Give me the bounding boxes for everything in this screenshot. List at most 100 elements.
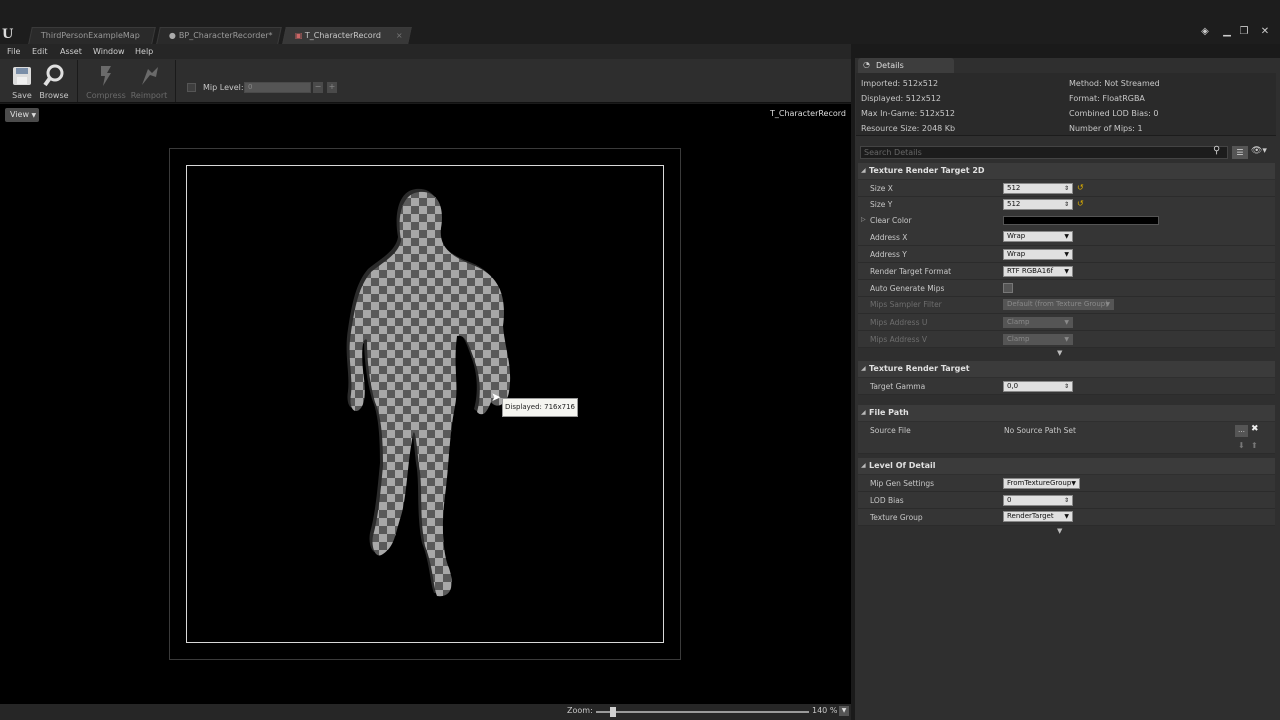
chevron-down-icon: ▼ (1064, 233, 1069, 240)
info-imported: Imported: 512x512 (861, 79, 939, 88)
size-x-field[interactable]: 512 ⇕ (1003, 183, 1073, 194)
spin-icon: ⇕ (1063, 201, 1069, 208)
chevron-down-icon: ▼ (1064, 319, 1069, 326)
size-y-value: 512 (1007, 200, 1021, 208)
source-control-icon[interactable]: ◈ (1197, 26, 1213, 38)
address-x-label: Address X (870, 233, 908, 242)
advanced-expand-icon[interactable]: ▼ (1057, 527, 1062, 535)
mip-decrement-button[interactable]: − (313, 82, 323, 93)
tab-label: BP_CharacterRecorder* (178, 31, 273, 40)
address-y-value: Wrap (1007, 250, 1026, 258)
category-level-of-detail[interactable]: ◢ Level Of Detail (858, 458, 1275, 474)
menu-bar (0, 44, 851, 59)
mip-level-input[interactable]: 0 (244, 82, 311, 93)
zoom-slider-track[interactable] (596, 711, 809, 713)
browse-button[interactable]: Browse (32, 61, 76, 101)
clear-path-icon[interactable]: ✖ (1251, 424, 1259, 434)
search-icon: ⚲ (1213, 145, 1221, 156)
chevron-down-icon: ▼ (1064, 251, 1069, 258)
spin-icon: ⇕ (1063, 497, 1069, 504)
tab-third-person-map[interactable]: ThirdPersonExampleMap (28, 27, 156, 44)
mip-gen-settings-dropdown[interactable]: FromTextureGroup ▼ (1003, 478, 1080, 489)
clear-color-swatch[interactable] (1003, 216, 1159, 225)
mips-address-v-dropdown[interactable]: Clamp ▼ (1003, 334, 1073, 345)
reimport-button[interactable]: Reimport (127, 61, 171, 101)
mouse-cursor-icon: ➤ (491, 390, 502, 404)
category-file-path[interactable]: ◢ File Path (858, 405, 1275, 421)
source-file-label: Source File (870, 426, 911, 435)
reset-to-default-icon[interactable]: ↺ (1077, 199, 1084, 208)
reimport-icon (142, 67, 158, 85)
menu-asset[interactable]: Asset (60, 44, 82, 59)
collapse-triangle-icon: ◢ (861, 462, 866, 469)
search-details-input[interactable]: Search Details (860, 146, 1228, 159)
zoom-label: Zoom: (567, 706, 593, 715)
info-combined-lod: Combined LOD Bias: 0 (1069, 109, 1159, 118)
address-x-dropdown[interactable]: Wrap ▼ (1003, 231, 1073, 242)
texture-preview (186, 165, 664, 643)
source-file-value: No Source Path Set (1004, 426, 1076, 435)
auto-generate-mips-checkbox[interactable] (1003, 283, 1013, 293)
chevron-down-icon: ▼ (1064, 513, 1069, 520)
close-window-icon[interactable]: ✕ (1257, 26, 1273, 38)
texture-group-dropdown[interactable]: RenderTarget ▼ (1003, 511, 1073, 522)
category-label: Level Of Detail (869, 461, 936, 470)
move-down-icon[interactable]: ⬇ (1238, 441, 1245, 450)
browse-label: Browse (39, 91, 69, 100)
lod-bias-field[interactable]: 0 ⇕ (1003, 495, 1073, 506)
mip-gen-settings-value: FromTextureGroup (1007, 479, 1072, 487)
size-y-label: Size Y (870, 200, 893, 209)
category-label: File Path (869, 408, 909, 417)
mips-address-v-label: Mips Address V (870, 335, 927, 344)
view-menu-button[interactable]: View ▼ (5, 108, 39, 122)
size-y-field[interactable]: 512 ⇕ (1003, 199, 1073, 210)
address-y-dropdown[interactable]: Wrap ▼ (1003, 249, 1073, 260)
close-tab-icon[interactable]: × (396, 28, 403, 44)
menu-help[interactable]: Help (135, 44, 153, 59)
category-label: Texture Render Target 2D (869, 166, 985, 175)
property-matrix-icon[interactable]: ☰ (1232, 146, 1248, 159)
compress-button[interactable]: Compress (84, 61, 128, 101)
menu-edit[interactable]: Edit (32, 44, 48, 59)
collapse-triangle-icon: ◢ (861, 167, 866, 174)
chevron-down-icon: ▼ (31, 112, 37, 119)
info-max-in-game: Max In-Game: 512x512 (861, 109, 956, 118)
mips-sampler-filter-dropdown[interactable]: Default (from Texture Group) ▼ (1003, 299, 1114, 310)
mips-address-v-value: Clamp (1007, 335, 1030, 343)
render-target-format-dropdown[interactable]: RTF RGBA16f ▼ (1003, 266, 1073, 277)
tab-bp-character-recorder[interactable]: ● BP_CharacterRecorder* (156, 27, 282, 44)
maximize-icon[interactable]: ❐ (1236, 26, 1252, 38)
chevron-down-icon: ▼ (1105, 301, 1110, 308)
browse-file-button[interactable]: … (1235, 425, 1248, 437)
category-texture-render-target[interactable]: ◢ Texture Render Target (858, 361, 1275, 377)
menu-window[interactable]: Window (93, 44, 125, 59)
unreal-logo-icon: U (2, 27, 14, 42)
expand-triangle-icon[interactable]: ▷ (861, 216, 866, 223)
target-gamma-field[interactable]: 0,0 ⇕ (1003, 381, 1073, 392)
details-tab[interactable]: Details (858, 58, 954, 73)
zoom-slider-thumb[interactable] (610, 707, 617, 717)
tab-label: T_CharacterRecord (305, 31, 382, 40)
menu-file[interactable]: File (7, 44, 20, 59)
zoom-dropdown-button[interactable]: ▼ (839, 706, 849, 716)
address-y-label: Address Y (870, 250, 907, 259)
blueprint-icon: ● (168, 31, 179, 40)
size-x-value: 512 (1007, 184, 1021, 192)
texture-icon: ▣ (294, 31, 306, 40)
minimize-icon[interactable]: ▁ (1219, 26, 1235, 38)
view-label: View (10, 110, 29, 119)
collapse-triangle-icon: ◢ (861, 409, 866, 416)
advanced-expand-icon[interactable]: ▼ (1057, 349, 1062, 357)
mip-level-checkbox[interactable] (187, 83, 196, 92)
tab-t-character-record[interactable]: ▣ T_CharacterRecord × (282, 27, 412, 44)
mips-sampler-filter-value: Default (from Texture Group) (1007, 300, 1108, 308)
reset-to-default-icon[interactable]: ↺ (1077, 183, 1084, 192)
mip-increment-button[interactable]: + (327, 82, 337, 93)
displayed-size-tooltip: Displayed: 716x716 (502, 398, 578, 417)
mips-address-u-dropdown[interactable]: Clamp ▼ (1003, 317, 1073, 328)
visibility-eye-icon[interactable]: 👁▾ (1251, 146, 1267, 156)
mips-sampler-filter-label: Mips Sampler Filter (870, 300, 942, 309)
spin-icon: ⇕ (1063, 185, 1069, 192)
move-up-icon[interactable]: ⬆ (1251, 441, 1258, 450)
category-texture-render-target-2d[interactable]: ◢ Texture Render Target 2D (858, 163, 1275, 179)
